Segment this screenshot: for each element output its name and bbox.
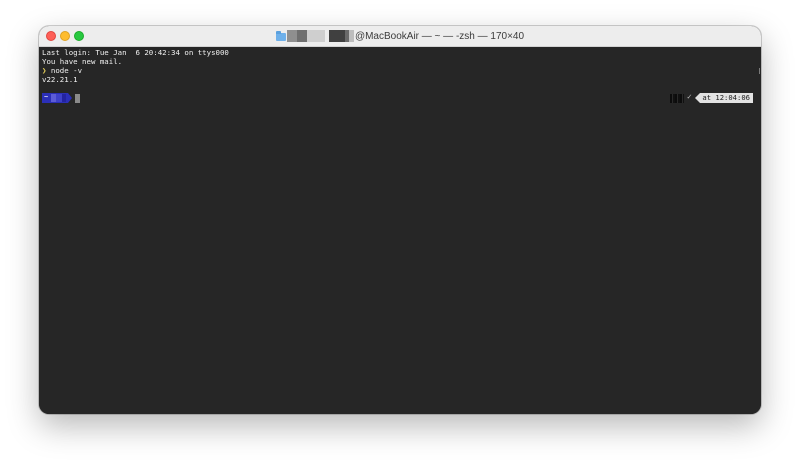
terminal-line-last-login: Last login: Tue Jan 6 20:42:34 on ttys00… [42, 48, 229, 57]
terminal-line-command: ❯ node -v [42, 66, 82, 75]
redacted-username-part [328, 30, 345, 42]
redacted-username-part [286, 30, 297, 42]
command-text: node -v [50, 66, 83, 75]
right-prompt: ✓ at 12:04:06 [669, 93, 753, 103]
home-dir-icon: ~ [44, 93, 49, 102]
redacted-username-part [296, 30, 307, 42]
title-bar[interactable]: @MacBookAir — ~ — -zsh — 170×40 [39, 26, 761, 47]
terminal-window: @MacBookAir — ~ — -zsh — 170×40 Last log… [39, 26, 761, 414]
prompt-symbol: ❯ [42, 66, 47, 75]
redacted-path-part [62, 94, 67, 102]
window-title: @MacBookAir — ~ — -zsh — 170×40 [39, 26, 761, 46]
redacted-username-part [348, 30, 354, 42]
terminal-line-output: v22.21.1 [42, 75, 78, 84]
directory-segment: ~ [42, 93, 69, 103]
time-badge: at 12:04:06 [700, 93, 753, 103]
folder-icon [275, 30, 286, 41]
text-cursor [75, 93, 81, 103]
window-title-text: @MacBookAir — ~ — -zsh — 170×40 [354, 30, 525, 42]
scroll-indicator[interactable] [759, 68, 760, 74]
terminal-line-new-mail: You have new mail. [42, 57, 123, 66]
redacted-username-part [306, 30, 325, 42]
check-icon: ✓ [686, 93, 693, 102]
redacted-status-block [669, 93, 684, 103]
terminal-content[interactable]: Last login: Tue Jan 6 20:42:34 on ttys00… [39, 47, 761, 414]
segment-separator-icon [68, 93, 73, 103]
current-prompt: ~ [42, 93, 81, 103]
